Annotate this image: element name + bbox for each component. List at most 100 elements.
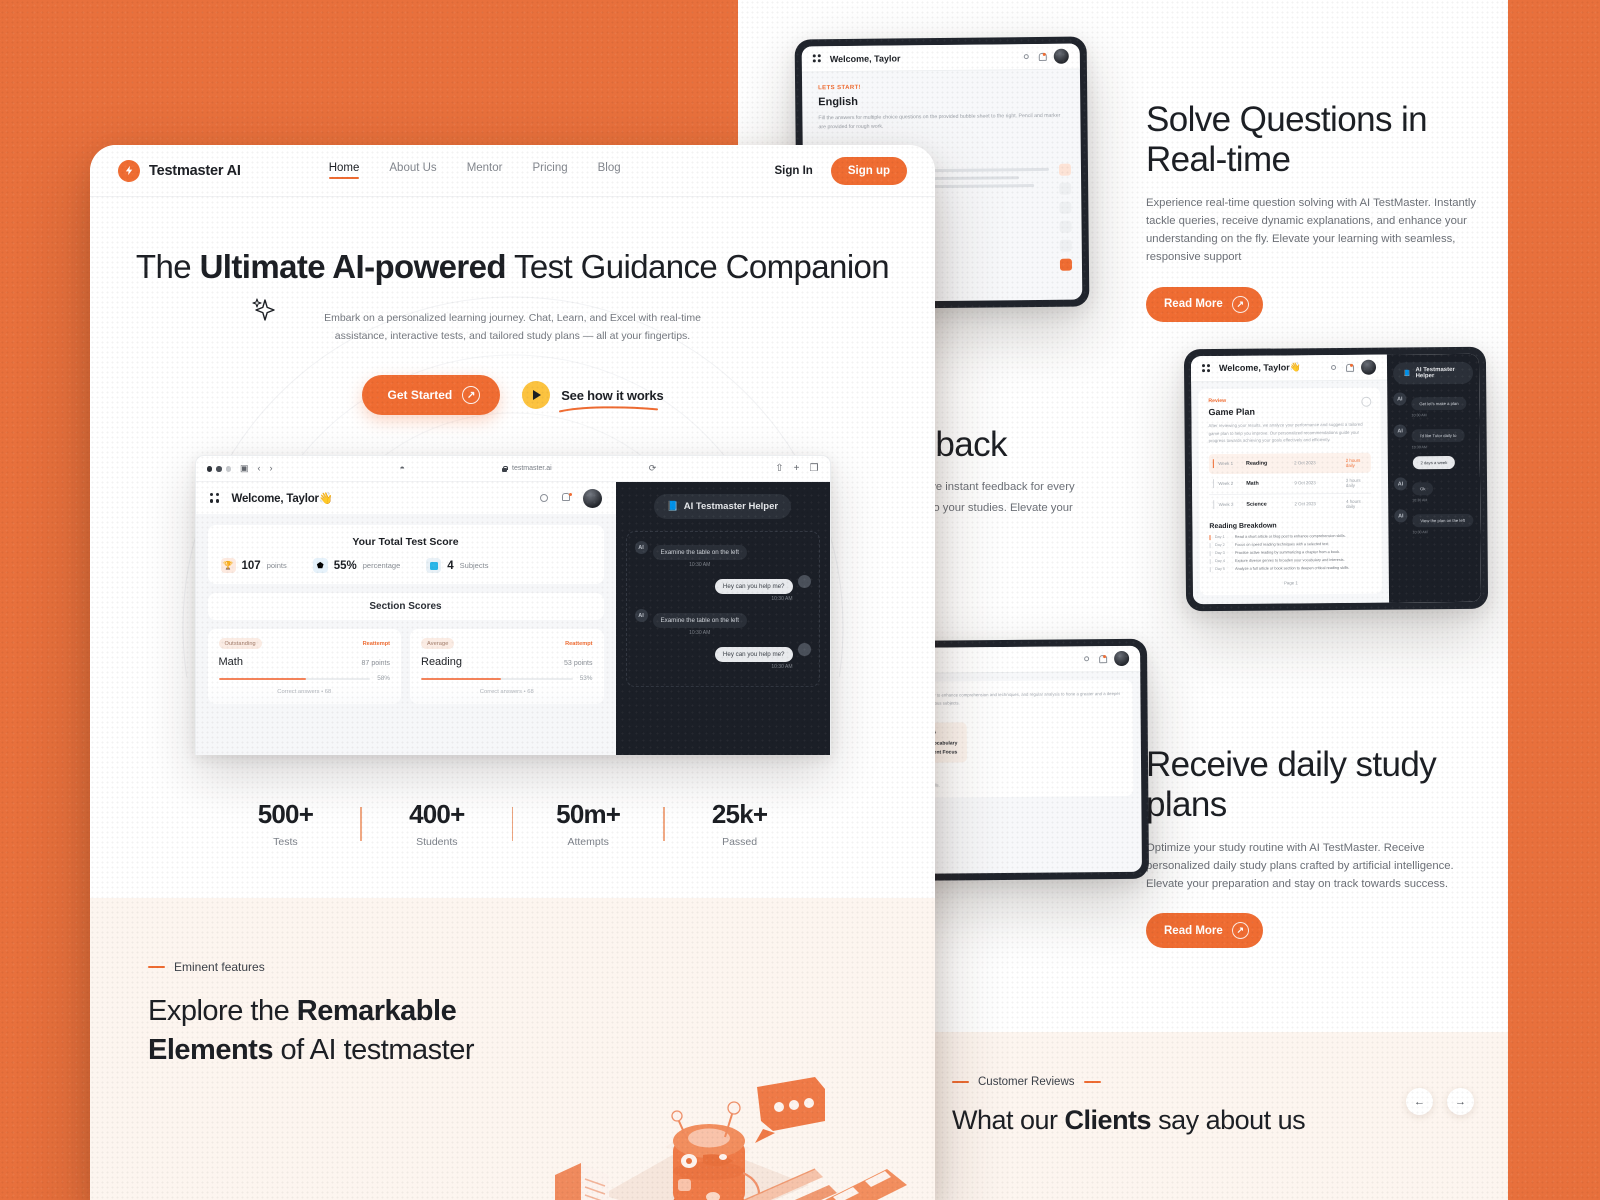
book-icon bbox=[426, 558, 442, 574]
progress-bar bbox=[218, 677, 371, 681]
new-tab-icon[interactable]: + bbox=[794, 463, 800, 474]
theme-toggle-icon[interactable] bbox=[1329, 363, 1337, 371]
tabs-icon[interactable]: ❐ bbox=[810, 463, 819, 474]
row-duration: 3 hours daily bbox=[1345, 477, 1361, 488]
row-week: Week 2 bbox=[1218, 480, 1234, 487]
features-eyebrow-text: Eminent features bbox=[174, 960, 265, 975]
marker-tool-icon[interactable] bbox=[1058, 163, 1072, 176]
pagination[interactable]: Page 1 bbox=[1210, 579, 1372, 585]
section-points: 53 bbox=[564, 660, 572, 668]
tablet-gameplan-header: Welcome, Taylor👋 bbox=[1190, 354, 1388, 383]
carousel-next-button[interactable]: → bbox=[1447, 1088, 1474, 1115]
reattempt-link[interactable]: Reattempt bbox=[565, 641, 592, 647]
sparkle-icon bbox=[252, 298, 275, 321]
grid-menu-icon[interactable] bbox=[1201, 364, 1211, 373]
user-avatar bbox=[797, 575, 811, 589]
avatar[interactable] bbox=[582, 488, 602, 508]
chat-bubble: Get let's make a plan bbox=[1411, 396, 1467, 411]
features-title: Explore the Remarkable Elements of AI te… bbox=[148, 995, 474, 1066]
forward-icon[interactable]: › bbox=[270, 464, 273, 473]
gameplan-table: Week 1 Reading 2 Oct 2023 2 hours daily … bbox=[1208, 452, 1372, 514]
notification-bell-icon[interactable] bbox=[1345, 363, 1353, 371]
sidebar-icon[interactable]: ▣ bbox=[240, 464, 249, 473]
table-row[interactable]: Week 2 Math 9 Oct 2023 3 hours daily bbox=[1208, 472, 1372, 495]
section-scores-header: Section Scores bbox=[207, 593, 604, 621]
chat-bubble: View the plan on the left bbox=[1412, 513, 1474, 528]
metric-percentage: ⬟ 55% percentage bbox=[312, 558, 400, 574]
avatar[interactable] bbox=[1360, 359, 1377, 375]
robot-illustration bbox=[555, 1077, 907, 1200]
avatar[interactable] bbox=[1053, 48, 1069, 64]
chat-message: Hey can you help me? 10:30 AM bbox=[635, 643, 811, 670]
theme-toggle-icon[interactable] bbox=[1082, 655, 1090, 663]
reviews-carousel-controls: ← → bbox=[1406, 1088, 1474, 1115]
flag-tool-icon[interactable] bbox=[1059, 220, 1072, 233]
chat-time: 10:30 AM bbox=[689, 630, 711, 637]
welcome-text: Welcome, Taylor bbox=[829, 52, 901, 64]
tablet-english-toolbar[interactable] bbox=[1057, 163, 1074, 271]
refresh-icon[interactable] bbox=[1361, 396, 1372, 407]
chat-message: AI Examine the table on the left 10:30 A… bbox=[634, 609, 811, 637]
eraser-tool-icon[interactable] bbox=[1059, 182, 1072, 195]
reviews-eyebrow: Customer Reviews bbox=[952, 1076, 1508, 1088]
share-icon[interactable]: ⇧ bbox=[775, 463, 783, 474]
reattempt-link[interactable]: Reattempt bbox=[363, 641, 390, 647]
english-instructions: Fill the answers for multiple choice que… bbox=[818, 112, 1061, 131]
see-how-it-works-button[interactable]: See how it works bbox=[522, 381, 664, 413]
notification-bell-icon[interactable] bbox=[1098, 655, 1106, 663]
arrow-up-right-icon: ↗ bbox=[462, 386, 481, 405]
submit-tool-icon[interactable] bbox=[1059, 258, 1073, 271]
gameplan-body: After reviewing your results, we analyze… bbox=[1208, 421, 1363, 444]
grid-menu-icon[interactable] bbox=[209, 492, 221, 504]
back-icon[interactable]: ‹ bbox=[258, 464, 261, 473]
chat-message: 2 days a week bbox=[1394, 455, 1474, 470]
theme-toggle-icon[interactable] bbox=[539, 493, 550, 504]
ai-avatar: AI bbox=[1394, 509, 1408, 523]
avatar[interactable] bbox=[1114, 650, 1130, 667]
read-more-button-realtime[interactable]: Read More ↗ bbox=[1146, 286, 1263, 322]
read-more-label: Read More bbox=[1164, 298, 1223, 311]
book-ai-icon: 📘 bbox=[1403, 370, 1411, 377]
gameplan-card: Review Game Plan After reviewing your re… bbox=[1198, 387, 1382, 595]
chat-time: 10:30 AM bbox=[771, 664, 793, 671]
table-row[interactable]: Week 3 Science 2 Oct 2023 4 hours daily bbox=[1209, 493, 1371, 514]
list-item: Day 1 Read a short article or blog post … bbox=[1209, 533, 1371, 540]
chat-bubble: Ok bbox=[1412, 482, 1434, 496]
get-started-button[interactable]: Get Started ↗ bbox=[361, 375, 501, 416]
url-bar[interactable]: testmaster.ai bbox=[502, 465, 552, 472]
score-metrics: 🏆 107 points ⬟ 55% percentage 4 Subjects bbox=[220, 558, 591, 574]
section-card-reading[interactable]: Average Reattempt Reading 53points 53% bbox=[410, 629, 604, 705]
stat-label: Passed bbox=[722, 836, 758, 849]
section-card-math[interactable]: Outstanding Reattempt Math 87points 58% bbox=[207, 629, 401, 705]
carousel-prev-button[interactable]: ← bbox=[1406, 1088, 1433, 1115]
dash-icon bbox=[952, 1081, 969, 1083]
notification-bell-icon[interactable] bbox=[1038, 52, 1046, 60]
section-points: 87 bbox=[361, 660, 370, 668]
progress-percent: 58% bbox=[377, 675, 390, 683]
arrow-up-right-icon: ↗ bbox=[1231, 922, 1249, 940]
stat-attempts: 50m+ Attempts bbox=[513, 799, 663, 848]
row-date: 2 Oct 2023 bbox=[1294, 460, 1316, 466]
grid-menu-icon[interactable] bbox=[812, 54, 822, 63]
ai-avatar: AI bbox=[1393, 392, 1407, 406]
stat-number: 50m+ bbox=[556, 799, 621, 830]
read-more-button-studyplans[interactable]: Read More ↗ bbox=[1146, 913, 1263, 949]
metric-subjects: 4 Subjects bbox=[426, 558, 488, 574]
theme-toggle-icon[interactable] bbox=[1022, 53, 1030, 61]
shield-icon[interactable]: ◓ bbox=[400, 464, 405, 473]
lets-start-kicker: LETS START! bbox=[818, 84, 862, 92]
dashboard-left: Welcome, Taylor👋 Your Total Test Score 🏆 bbox=[195, 482, 616, 756]
chat-time: 10:30 AM bbox=[1411, 445, 1427, 450]
reload-icon[interactable]: ⟳ bbox=[649, 464, 657, 473]
bolt-icon bbox=[118, 159, 140, 182]
pencil-tool-icon[interactable] bbox=[1059, 201, 1072, 214]
stat-label: Students bbox=[416, 836, 458, 849]
chat-header: 📘 AI Testmaster Helper bbox=[1392, 361, 1474, 385]
notification-bell-icon[interactable] bbox=[561, 492, 572, 504]
table-row[interactable]: Week 1 Reading 2 Oct 2023 2 hours daily bbox=[1208, 452, 1371, 474]
chat-time: 10:30 AM bbox=[1412, 498, 1428, 503]
tablet-english-header: Welcome, Taylor bbox=[801, 43, 1080, 73]
row-week: Week 3 bbox=[1218, 501, 1234, 508]
window-controls[interactable] bbox=[206, 466, 231, 472]
calculator-tool-icon[interactable] bbox=[1059, 239, 1072, 252]
